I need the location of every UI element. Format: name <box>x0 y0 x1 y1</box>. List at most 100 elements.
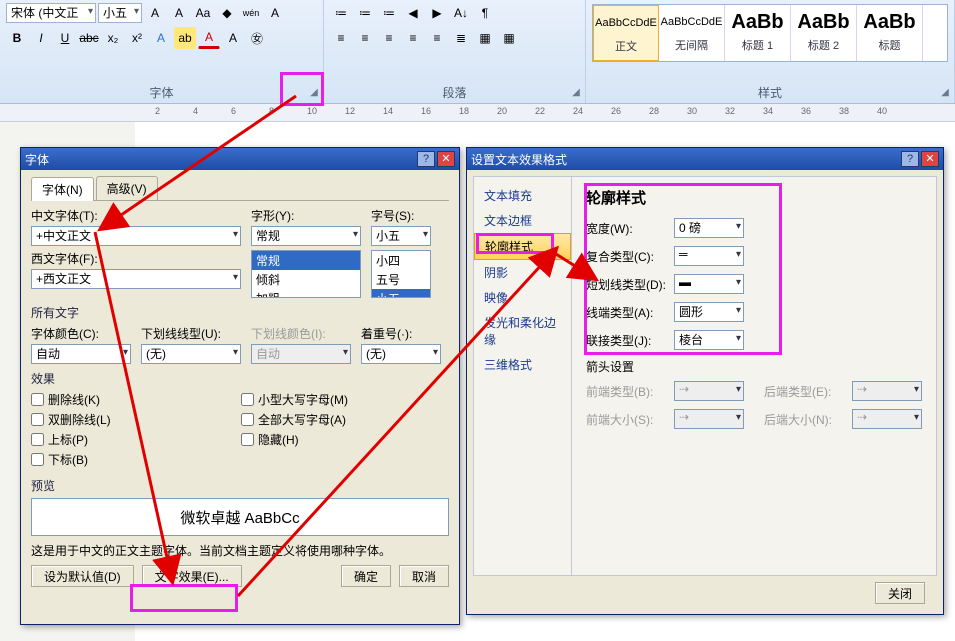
ruler[interactable]: 246810121416182022242628303234363840 <box>0 104 955 122</box>
font-size-combo[interactable]: 小五 <box>98 3 142 23</box>
style-no-spacing[interactable]: AaBbCcDdE无间隔 <box>659 5 725 61</box>
tab-font[interactable]: 字体(N) <box>31 177 94 201</box>
text-effects-button[interactable]: A <box>150 27 172 49</box>
shrink-font-button[interactable]: A <box>168 2 190 24</box>
fx-cat-outline[interactable]: 文本边框 <box>474 208 571 233</box>
chk-double-strike[interactable]: 双删除线(L) <box>31 411 231 428</box>
fx-cat-shadow[interactable]: 阴影 <box>474 260 571 285</box>
highlight-button[interactable]: ab <box>174 27 196 49</box>
chk-smallcaps[interactable]: 小型大写字母(M) <box>241 391 348 408</box>
cancel-button[interactable]: 取消 <box>399 565 449 587</box>
size-label: 字号(S): <box>371 207 431 224</box>
style-title[interactable]: AaBb标题 <box>857 5 923 61</box>
ul-style-combo[interactable]: (无) <box>141 344 241 364</box>
subscript-button[interactable]: x₂ <box>102 27 124 49</box>
align-center-button[interactable]: ≡ <box>354 27 376 49</box>
borders-button[interactable]: ▦ <box>498 27 520 49</box>
change-case-button[interactable]: Aa <box>192 2 214 24</box>
emph-combo[interactable]: (无) <box>361 344 441 364</box>
style-heading1[interactable]: AaBb标题 1 <box>725 5 791 61</box>
fx-cat-reflection[interactable]: 映像 <box>474 285 571 310</box>
strike-button[interactable]: abc <box>78 27 100 49</box>
join-combo[interactable]: 棱台 <box>674 330 744 350</box>
ok-button[interactable]: 确定 <box>341 565 391 587</box>
styles-dialog-launcher[interactable]: ◢ <box>938 87 952 101</box>
bold-button[interactable]: B <box>6 27 28 49</box>
sort-button[interactable]: A↓ <box>450 2 472 24</box>
paragraph-dialog-launcher[interactable]: ◢ <box>569 87 583 101</box>
align-left-button[interactable]: ≡ <box>330 27 352 49</box>
underline-button[interactable]: U <box>54 27 76 49</box>
arrow-end-type-label: 后端类型(E): <box>764 383 844 400</box>
fx-dialog-title: 设置文本效果格式 <box>471 151 567 168</box>
join-label: 联接类型(J): <box>586 332 666 349</box>
size-input[interactable]: 小五 <box>371 226 431 246</box>
distribute-button[interactable]: ≡ <box>426 27 448 49</box>
arrow-begin-size-label: 前端大小(S): <box>586 411 666 428</box>
close-button[interactable]: ✕ <box>437 151 455 167</box>
compound-label: 复合类型(C): <box>586 248 666 265</box>
ruler-mark: 8 <box>269 106 274 116</box>
font-color-combo[interactable]: 自动 <box>31 344 131 364</box>
text-effects-dialog: 设置文本效果格式 ? ✕ 文本填充 文本边框 轮廓样式 阴影 映像 发光和柔化边… <box>466 147 944 615</box>
cap-combo[interactable]: 圆形 <box>674 302 744 322</box>
set-default-button[interactable]: 设为默认值(D) <box>31 565 134 587</box>
superscript-button[interactable]: x² <box>126 27 148 49</box>
style-normal[interactable]: AaBbCcDdE正文 <box>593 5 659 61</box>
font-family-combo[interactable]: 宋体 (中文正 <box>6 3 96 23</box>
grow-font-button[interactable]: A <box>144 2 166 24</box>
char-border-button[interactable]: A <box>264 2 286 24</box>
decrease-indent-button[interactable]: ◀ <box>402 2 424 24</box>
char-shading-button[interactable]: A <box>222 27 244 49</box>
chk-allcaps[interactable]: 全部大写字母(A) <box>241 411 348 428</box>
fx-close-button[interactable]: 关闭 <box>875 582 925 604</box>
font-dialog-titlebar[interactable]: 字体 ? ✕ <box>21 148 459 170</box>
chk-hidden[interactable]: 隐藏(H) <box>241 431 348 448</box>
style-heading2[interactable]: AaBb标题 2 <box>791 5 857 61</box>
dash-combo[interactable]: ▬ <box>674 274 744 294</box>
fx-cat-outline-style[interactable]: 轮廓样式 <box>474 233 571 260</box>
arrow-begin-size-combo: ⇢ <box>674 409 744 429</box>
enclose-char-button[interactable]: ㊛ <box>246 27 268 49</box>
italic-button[interactable]: I <box>30 27 52 49</box>
fx-dialog-titlebar[interactable]: 设置文本效果格式 ? ✕ <box>467 148 943 170</box>
chk-strike[interactable]: 删除线(K) <box>31 391 231 408</box>
font-color-button[interactable]: A <box>198 27 220 49</box>
ruler-mark: 36 <box>801 106 811 116</box>
help-button[interactable]: ? <box>901 151 919 167</box>
numbering-button[interactable]: ≔ <box>354 2 376 24</box>
ribbon-styles-group: AaBbCcDdE正文 AaBbCcDdE无间隔 AaBb标题 1 AaBb标题… <box>586 0 955 103</box>
bullets-button[interactable]: ≔ <box>330 2 352 24</box>
size-listbox[interactable]: 小四 五号 小五 <box>371 250 431 298</box>
width-spinner[interactable]: 0 磅 <box>674 218 744 238</box>
line-spacing-button[interactable]: ≣ <box>450 27 472 49</box>
clear-format-button[interactable]: ◆ <box>216 2 238 24</box>
increase-indent-button[interactable]: ▶ <box>426 2 448 24</box>
phonetic-button[interactable]: wén <box>240 2 262 24</box>
all-text-header: 所有文字 <box>31 304 449 321</box>
multilevel-button[interactable]: ≔ <box>378 2 400 24</box>
font-group-label: 字体 <box>6 82 317 103</box>
chk-subscript[interactable]: 下标(B) <box>31 451 231 468</box>
styles-gallery[interactable]: AaBbCcDdE正文 AaBbCcDdE无间隔 AaBb标题 1 AaBb标题… <box>592 4 948 62</box>
fx-cat-3d[interactable]: 三维格式 <box>474 352 571 377</box>
shading-button[interactable]: ▦ <box>474 27 496 49</box>
justify-button[interactable]: ≡ <box>402 27 424 49</box>
fx-heading: 轮廓样式 <box>586 187 922 208</box>
style-input[interactable]: 常规 <box>251 226 361 246</box>
fx-cat-fill[interactable]: 文本填充 <box>474 183 571 208</box>
fx-cat-glow[interactable]: 发光和柔化边缘 <box>474 310 571 352</box>
west-font-combo[interactable]: +西文正文 <box>31 269 241 289</box>
font-dialog-launcher[interactable]: ◢ <box>307 87 321 101</box>
tab-advanced[interactable]: 高级(V) <box>96 176 158 200</box>
cn-font-combo[interactable]: +中文正文 <box>31 226 241 246</box>
text-effects-dialog-button[interactable]: 文字效果(E)... <box>142 565 242 587</box>
align-right-button[interactable]: ≡ <box>378 27 400 49</box>
chk-superscript[interactable]: 上标(P) <box>31 431 231 448</box>
close-button[interactable]: ✕ <box>921 151 939 167</box>
show-marks-button[interactable]: ¶ <box>474 2 496 24</box>
ul-color-combo: 自动 <box>251 344 351 364</box>
help-button[interactable]: ? <box>417 151 435 167</box>
style-listbox[interactable]: 常规 倾斜 加粗 <box>251 250 361 298</box>
compound-combo[interactable]: ═ <box>674 246 744 266</box>
